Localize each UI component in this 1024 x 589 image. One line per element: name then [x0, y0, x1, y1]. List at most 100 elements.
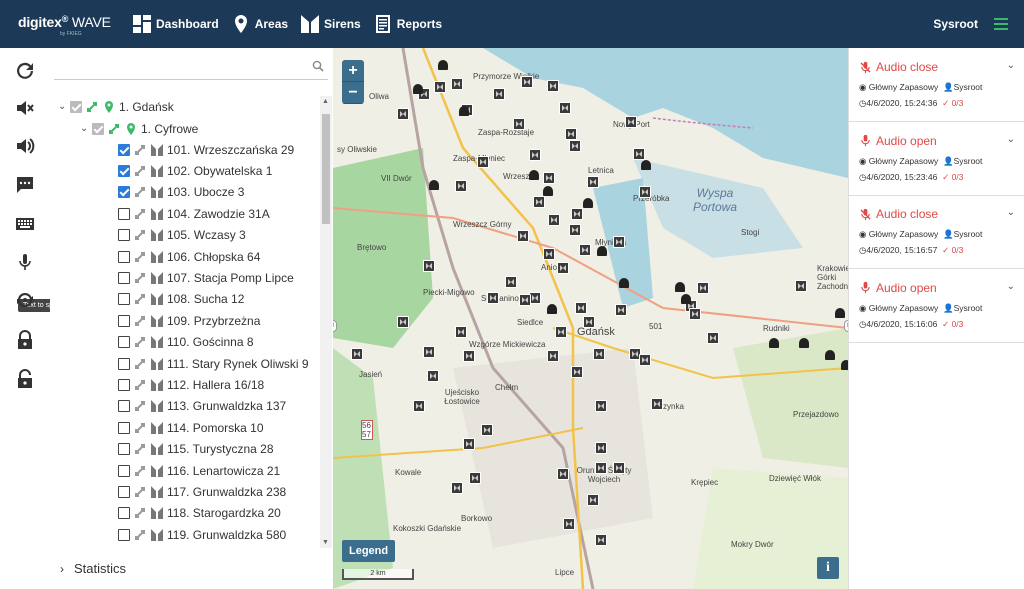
unlock-button[interactable]	[14, 368, 36, 390]
tree-checkbox[interactable]	[70, 100, 82, 113]
siren-list-item[interactable]: 111. Stary Rynek Oliwski 9	[118, 353, 309, 374]
siren-checkbox[interactable]	[118, 293, 130, 306]
chevron-down-icon[interactable]: ⌄	[58, 101, 67, 112]
siren-list-item[interactable]: 115. Turystyczna 28	[118, 439, 274, 460]
siren-list-item[interactable]: 103. Ubocze 3	[118, 182, 244, 203]
statistics-toggle[interactable]: › Statistics	[50, 548, 333, 589]
siren-marker[interactable]	[697, 282, 709, 294]
siren-marker[interactable]	[547, 350, 559, 362]
siren-list-item[interactable]: 110. Gościnna 8	[118, 332, 254, 353]
siren-marker[interactable]	[569, 140, 581, 152]
speaker-marker[interactable]	[438, 60, 448, 70]
speaker-marker[interactable]	[459, 106, 469, 116]
siren-marker[interactable]	[451, 78, 463, 90]
speaker-marker[interactable]	[543, 186, 553, 196]
siren-marker[interactable]	[595, 400, 607, 412]
siren-marker[interactable]	[543, 172, 555, 184]
siren-marker[interactable]	[583, 316, 595, 328]
text-to-speech-button[interactable]	[14, 251, 36, 273]
speaker-marker[interactable]	[681, 294, 691, 304]
menu-icon[interactable]	[994, 18, 1008, 30]
volume-button[interactable]	[14, 135, 36, 157]
siren-list-item[interactable]: 113. Grunwaldzka 137	[118, 396, 286, 417]
siren-checkbox[interactable]	[118, 314, 130, 327]
siren-marker[interactable]	[557, 468, 569, 480]
siren-marker[interactable]	[613, 236, 625, 248]
scroll-down-icon[interactable]: ▼	[322, 539, 329, 546]
siren-checkbox[interactable]	[118, 207, 130, 220]
siren-marker[interactable]	[505, 276, 517, 288]
tree-node-group[interactable]: ⌄ 1. Cyfrowe	[80, 118, 198, 139]
siren-list-item[interactable]: 118. Starogardzka 20	[118, 503, 281, 524]
brand-logo[interactable]: digitex® WAVE	[18, 14, 111, 30]
siren-list-item[interactable]: 114. Pomorska 10	[118, 417, 264, 438]
siren-marker[interactable]	[521, 76, 533, 88]
info-button[interactable]: i	[817, 557, 839, 579]
siren-marker[interactable]	[529, 149, 541, 161]
mute-button[interactable]	[14, 97, 36, 119]
siren-list-item[interactable]: 101. Wrzeszczańska 29	[118, 139, 294, 160]
siren-marker[interactable]	[593, 348, 605, 360]
siren-marker[interactable]	[434, 81, 446, 93]
chevron-down-icon[interactable]: ⌄	[1007, 134, 1015, 145]
siren-marker[interactable]	[493, 88, 505, 100]
tree-scrollbar[interactable]: ▲ ▼	[320, 96, 332, 548]
siren-marker[interactable]	[413, 400, 425, 412]
speaker-marker[interactable]	[675, 282, 685, 292]
siren-checkbox[interactable]	[118, 229, 130, 242]
siren-marker[interactable]	[795, 280, 807, 292]
siren-marker[interactable]	[547, 80, 559, 92]
siren-marker[interactable]	[625, 116, 637, 128]
tree-checkbox[interactable]	[92, 122, 104, 135]
siren-marker[interactable]	[651, 398, 663, 410]
user-name[interactable]: Sysroot	[933, 17, 978, 31]
speaker-marker[interactable]	[413, 84, 423, 94]
search-input[interactable]	[54, 54, 328, 80]
chevron-down-icon[interactable]: ⌄	[1007, 207, 1015, 218]
nav-sirens[interactable]: Sirens	[300, 14, 361, 34]
chevron-down-icon[interactable]: ⌄	[1007, 281, 1015, 292]
speaker-marker[interactable]	[825, 350, 835, 360]
speaker-marker[interactable]	[841, 360, 848, 370]
siren-marker[interactable]	[463, 350, 475, 362]
siren-marker[interactable]	[463, 438, 475, 450]
siren-checkbox[interactable]	[118, 143, 130, 156]
siren-checkbox[interactable]	[118, 250, 130, 263]
siren-marker[interactable]	[615, 304, 627, 316]
siren-list-item[interactable]: 102. Obywatelska 1	[118, 160, 272, 181]
keyboard-button[interactable]	[14, 213, 36, 235]
siren-marker[interactable]	[689, 308, 701, 320]
scroll-up-icon[interactable]: ▲	[322, 98, 329, 105]
chevron-down-icon[interactable]: ⌄	[80, 123, 89, 134]
siren-list-item[interactable]: 119. Grunwaldzka 580	[118, 524, 286, 545]
speaker-marker[interactable]	[547, 304, 557, 314]
map-view[interactable]: Przymorze Wielkie Zaspa-Rozstaje Nowy Po…	[333, 48, 848, 589]
speaker-marker[interactable]	[583, 198, 593, 208]
siren-marker[interactable]	[557, 262, 569, 274]
siren-checkbox[interactable]	[118, 164, 130, 177]
siren-list-item[interactable]: 107. Stacja Pomp Lipce	[118, 267, 294, 288]
siren-list-item[interactable]: 108. Sucha 12	[118, 289, 244, 310]
siren-marker[interactable]	[587, 494, 599, 506]
lock-button[interactable]	[14, 329, 36, 351]
event-card[interactable]: Audio close ⌄ ◉ Główny Zapasowy 👤Sysroot ◷4…	[849, 48, 1024, 122]
siren-marker[interactable]	[707, 332, 719, 344]
chevron-down-icon[interactable]: ⌄	[1007, 60, 1015, 71]
siren-marker[interactable]	[481, 424, 493, 436]
siren-marker[interactable]	[571, 366, 583, 378]
siren-list-item[interactable]: 109. Przybrzeżna	[118, 310, 260, 331]
siren-marker[interactable]	[455, 326, 467, 338]
siren-marker[interactable]	[575, 302, 587, 314]
siren-marker[interactable]	[543, 248, 555, 260]
speaker-marker[interactable]	[429, 180, 439, 190]
siren-marker[interactable]	[427, 370, 439, 382]
siren-checkbox[interactable]	[118, 464, 130, 477]
speaker-marker[interactable]	[769, 338, 779, 348]
siren-marker[interactable]	[469, 472, 481, 484]
siren-marker[interactable]	[548, 214, 560, 226]
speaker-marker[interactable]	[597, 246, 607, 256]
siren-marker[interactable]	[451, 482, 463, 494]
speaker-marker[interactable]	[799, 338, 809, 348]
nav-areas[interactable]: Areas	[231, 14, 288, 34]
speaker-marker[interactable]	[619, 278, 629, 288]
